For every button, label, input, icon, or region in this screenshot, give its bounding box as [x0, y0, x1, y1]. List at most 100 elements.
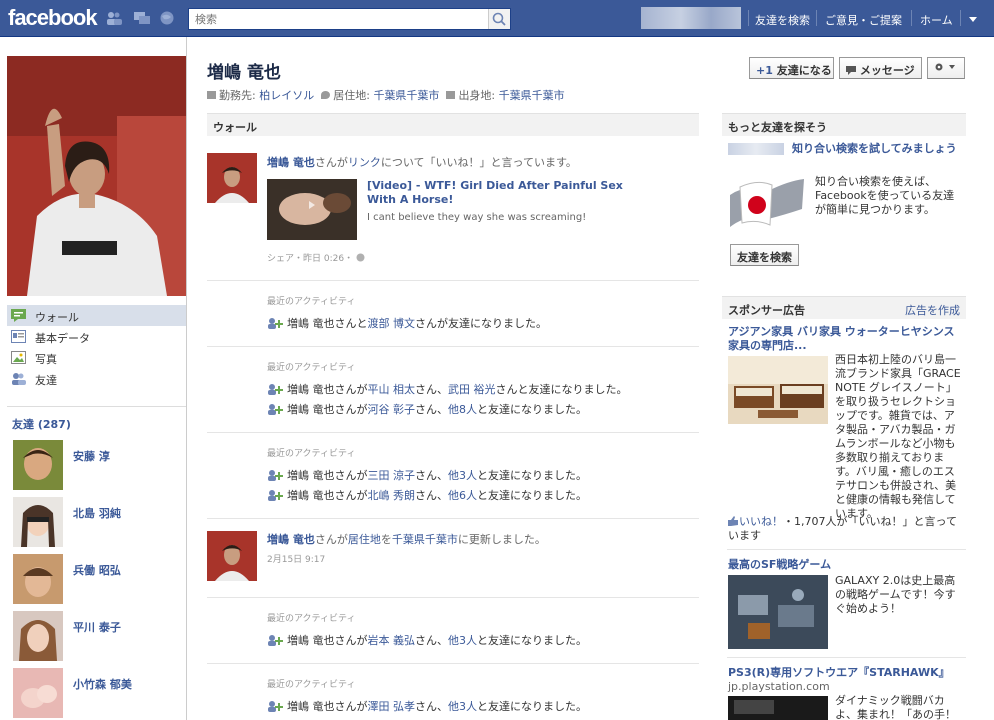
others-link[interactable]: 他3人: [448, 634, 477, 647]
home-link[interactable]: ホーム: [920, 12, 953, 28]
friend-name[interactable]: 平川 泰子: [73, 619, 121, 635]
ad-image[interactable]: [728, 356, 828, 424]
nav-separator: [960, 10, 961, 26]
new-friend-icon: [268, 490, 283, 501]
poster-thumbnail[interactable]: [207, 531, 257, 581]
activity-text: と友達になりました。: [477, 700, 587, 713]
nav-friends[interactable]: 友達: [7, 368, 186, 389]
shared-link-thumbnail[interactable]: [267, 179, 357, 240]
nav-separator: [911, 10, 912, 26]
nav-info[interactable]: 基本データ: [7, 326, 186, 347]
story-actor[interactable]: 増嶋 竜也: [267, 156, 315, 169]
work-icon: [207, 91, 216, 99]
friend-item[interactable]: 北島 羽純: [13, 497, 183, 549]
globe-privacy-icon[interactable]: [356, 253, 365, 262]
hometown-link[interactable]: 千葉県千葉市: [499, 89, 565, 102]
friend-name[interactable]: 小竹森 郁美: [73, 676, 132, 692]
friend-name[interactable]: 安藤 淳: [73, 448, 110, 464]
messages-icon[interactable]: [134, 11, 150, 25]
friend-photo[interactable]: [13, 497, 63, 547]
friend-link[interactable]: 北嶋 秀朗: [368, 489, 416, 502]
create-ad-link[interactable]: 広告を作成: [905, 302, 960, 318]
activity-text: さん、: [415, 700, 448, 713]
story-timestamp[interactable]: 2月15日 9:17: [267, 552, 325, 565]
friend-link[interactable]: 武田 裕光: [448, 383, 496, 396]
friend-link[interactable]: 岩本 義弘: [368, 634, 416, 647]
activity-text: と友達になりました。: [477, 489, 587, 502]
others-link[interactable]: 他6人: [448, 489, 477, 502]
activity-line: 増嶋 竜也さんと渡部 博文さんが友達になりました。: [267, 315, 547, 331]
nav-photos[interactable]: 写真: [7, 347, 186, 368]
friend-photo[interactable]: [13, 554, 63, 604]
others-link[interactable]: 他3人: [448, 469, 477, 482]
activity-line: 増嶋 竜也さんが澤田 弘孝さん、他3人と友達になりました。: [267, 698, 587, 714]
story-link-word[interactable]: リンク: [348, 156, 381, 169]
others-link[interactable]: 他3人: [448, 700, 477, 713]
friend-photo[interactable]: [13, 668, 63, 718]
facebook-logo[interactable]: facebook: [8, 5, 98, 31]
divider: [207, 518, 699, 519]
friend-requests-icon[interactable]: [106, 11, 122, 25]
ad-domain: jp.playstation.com: [728, 680, 830, 693]
new-friend-icon: [268, 470, 283, 481]
friend-link[interactable]: 澤田 弘孝: [368, 700, 416, 713]
story-text: さんが: [314, 156, 348, 169]
account-menu-arrow-icon[interactable]: [968, 15, 978, 23]
others-link[interactable]: 他8人: [448, 403, 477, 416]
friends-count-header[interactable]: 友達 (287): [12, 416, 71, 432]
friend-link[interactable]: 河谷 彰子: [368, 403, 416, 416]
activity-text: さん、: [415, 383, 448, 396]
settings-menu-button[interactable]: [927, 57, 965, 79]
search-button[interactable]: [488, 9, 510, 29]
place-link[interactable]: 千葉県千葉市: [392, 533, 458, 546]
notifications-globe-icon[interactable]: [159, 11, 175, 25]
friend-photo[interactable]: [13, 611, 63, 661]
new-friend-icon: [268, 384, 283, 395]
story-text: に更新しました。: [457, 533, 546, 546]
message-button[interactable]: メッセージ: [839, 57, 922, 79]
search-input[interactable]: [189, 9, 479, 29]
current-city-link[interactable]: 千葉県千葉市: [373, 89, 439, 102]
friend-link[interactable]: 平山 相太: [368, 383, 416, 396]
left-column: ウォール 基本データ 写真 友達 友達 (287) 安藤 淳 北島 羽純 兵働 …: [0, 37, 187, 720]
friend-item[interactable]: 平川 泰子: [13, 611, 183, 663]
friend-item[interactable]: 安藤 淳: [13, 440, 183, 492]
friend-name[interactable]: 兵働 昭弘: [73, 562, 121, 578]
activity-text: さんと友達になりました。: [495, 383, 628, 396]
search-box[interactable]: [188, 8, 511, 30]
activity-actor: 増嶋 竜也: [287, 634, 335, 647]
ad-title[interactable]: PS3(R)専用ソフトウエア『STARHAWK』: [728, 666, 962, 680]
work-link[interactable]: 柏レイソル: [259, 89, 314, 102]
divider: [727, 657, 966, 658]
activity-actor: 増嶋 竜也: [287, 317, 335, 330]
add-friend-button[interactable]: +1 友達になる: [749, 57, 834, 79]
ad-like-link[interactable]: いいね！: [739, 515, 783, 528]
find-friends-button[interactable]: 友達を検索: [730, 244, 799, 266]
nav-wall[interactable]: ウォール: [7, 305, 186, 326]
activity-text: さんと: [334, 317, 368, 330]
find-friends-link[interactable]: 友達を検索: [755, 12, 810, 28]
friend-link[interactable]: 渡部 博文: [368, 317, 416, 330]
friend-item[interactable]: 小竹森 郁美: [13, 668, 183, 720]
friend-name[interactable]: 北島 羽純: [73, 505, 121, 521]
friend-item[interactable]: 兵働 昭弘: [13, 554, 183, 606]
thumbs-up-icon: [728, 516, 738, 526]
ad-image[interactable]: [728, 575, 828, 649]
find-friends-suggestion-link[interactable]: 知り合い検索を試してみましょう: [728, 142, 962, 156]
friend-photo[interactable]: [13, 440, 63, 490]
current-city-story-link[interactable]: 居住地: [348, 533, 381, 546]
activity-actor: 増嶋 竜也: [287, 383, 335, 396]
shared-link-title[interactable]: [Video] - WTF! Girl Died After Painful S…: [367, 179, 647, 207]
feedback-link[interactable]: ご意見・ご提案: [825, 12, 902, 28]
new-friend-icon: [268, 404, 283, 415]
activity-text: と友達になりました。: [477, 403, 587, 416]
story-actor[interactable]: 増嶋 竜也: [267, 533, 315, 546]
ad-title[interactable]: 最高のSF戦略ゲーム: [728, 558, 962, 572]
ad-title[interactable]: アジアン家具 バリ家具 ウォーターヒヤシンス家具の専門店...: [728, 325, 962, 353]
friend-link[interactable]: 三田 涼子: [368, 469, 416, 482]
profile-picture[interactable]: [7, 56, 186, 296]
account-name-blurred[interactable]: [641, 7, 741, 29]
gear-icon: [935, 63, 955, 71]
ad-image[interactable]: [728, 696, 828, 720]
poster-thumbnail[interactable]: [207, 153, 257, 203]
